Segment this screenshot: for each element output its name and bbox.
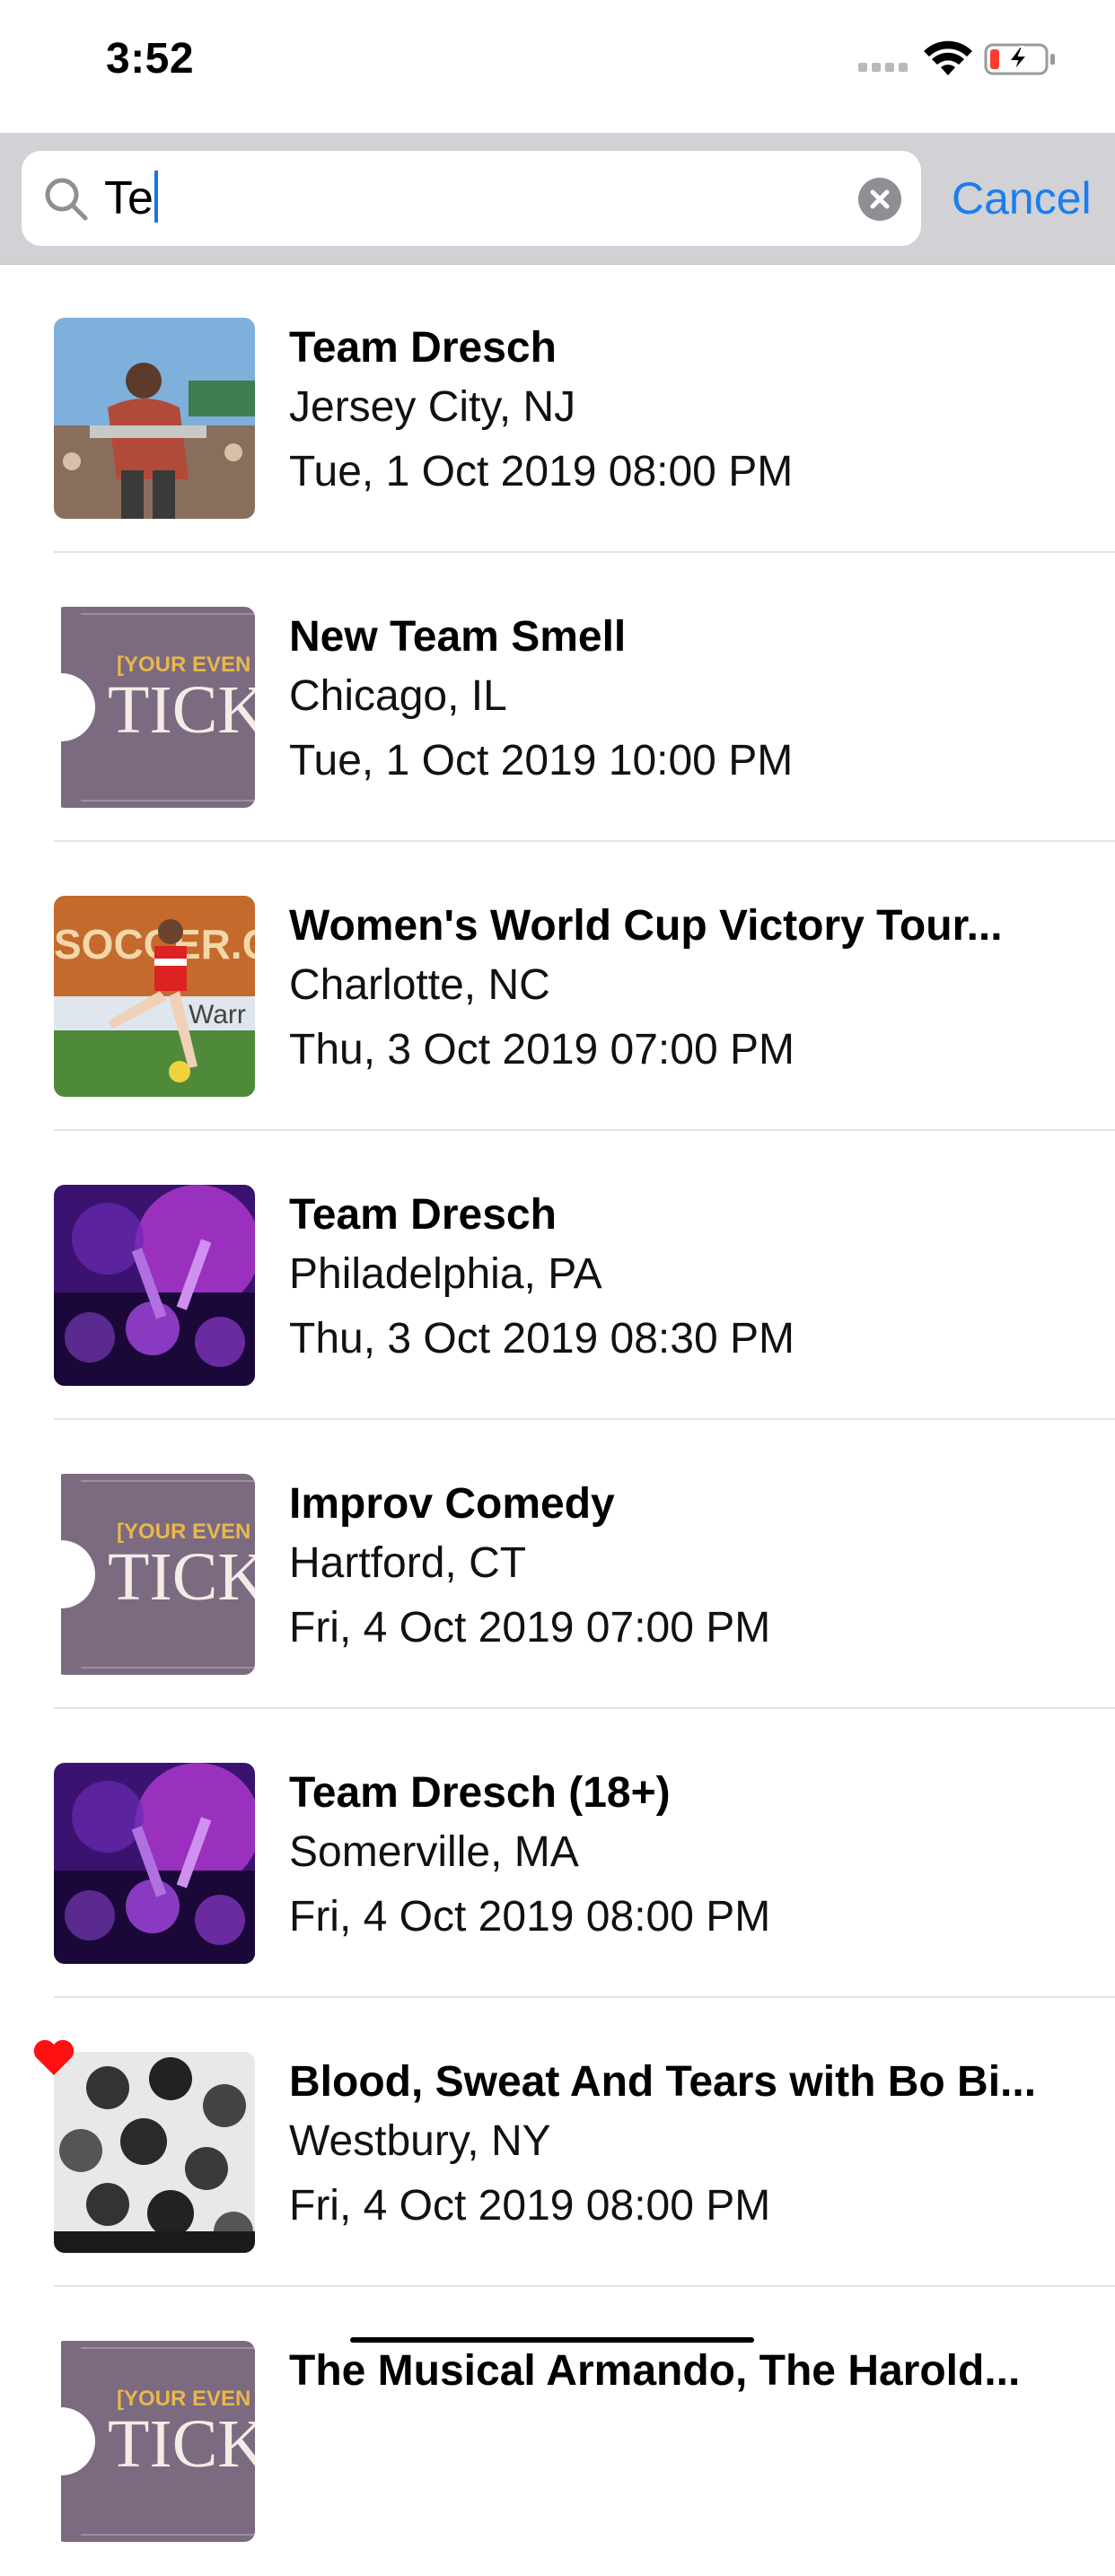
strikethrough-line [350, 2337, 754, 2343]
event-thumbnail [54, 1185, 255, 1386]
event-details: New Team Smell Chicago, IL Tue, 1 Oct 2019… [289, 610, 1079, 793]
event-location: Jersey City, NJ [289, 383, 576, 431]
cancel-button[interactable]: Cancel [952, 172, 1092, 224]
event-row[interactable]: Team Dresch Jersey City, NJ Tue, 1 Oct 201… [0, 264, 1115, 553]
event-row[interactable]: Team Dresch (18+) Somerville, MA Fri, 4 Oc… [0, 1709, 1115, 1998]
text-caret [154, 171, 158, 223]
photo-text: Warr [189, 1000, 246, 1030]
event-title: Team Dresch (18+) [289, 1769, 671, 1817]
search-query: Te [104, 171, 158, 226]
event-details: The Musical Armando, The Harold... [289, 2344, 1079, 2398]
status-bar: 3:52 [0, 0, 1115, 133]
event-thumbnail: [YOUR EVEN TICK [54, 607, 255, 808]
favorite-heart-icon [33, 2039, 75, 2075]
event-datetime: Thu, 3 Oct 2019 07:00 PM [289, 1026, 795, 1073]
event-row[interactable]: SOCCER.COM Warr Women's World Cup Victor… [0, 842, 1115, 1131]
event-details: Blood, Sweat And Tears with Bo Bi... West… [289, 2055, 1079, 2239]
event-datetime: Tue, 1 Oct 2019 08:00 PM [289, 448, 794, 495]
search-bar: Te Cancel [0, 133, 1115, 265]
event-thumbnail [54, 1763, 255, 1964]
event-datetime: Thu, 3 Oct 2019 08:30 PM [289, 1315, 795, 1362]
wifi-icon [924, 40, 972, 75]
event-row[interactable]: [YOUR EVEN TICK Improv Comedy Hartford, C… [0, 1420, 1115, 1709]
ticket-main-text: TICK [108, 1539, 255, 1615]
event-details: Improv Comedy Hartford, CT Fri, 4 Oct 2019… [289, 1477, 1079, 1660]
event-row[interactable]: Team Dresch Philadelphia, PA Thu, 3 Oct 20… [0, 1131, 1115, 1420]
clear-search-button[interactable] [858, 178, 901, 221]
event-details: Team Dresch (18+) Somerville, MA Fri, 4 Oc… [289, 1766, 1079, 1950]
event-thumbnail: SOCCER.COM Warr [54, 896, 255, 1097]
event-location: Hartford, CT [289, 1539, 527, 1587]
event-thumbnail [54, 2052, 255, 2253]
event-location: Somerville, MA [289, 1828, 579, 1876]
event-location: Philadelphia, PA [289, 1250, 602, 1298]
event-title: The Musical Armando, The Harold... [289, 2347, 1021, 2395]
event-title: Team Dresch [289, 324, 557, 372]
event-datetime: Fri, 4 Oct 2019 08:00 PM [289, 2182, 771, 2230]
battery-charging-icon [984, 43, 1055, 75]
event-row[interactable]: [YOUR EVEN TICK New Team Smell Chicago, I… [0, 553, 1115, 842]
event-location: Charlotte, NC [289, 961, 550, 1009]
close-icon [870, 189, 890, 209]
event-row[interactable]: Blood, Sweat And Tears with Bo Bi... West… [0, 1998, 1115, 2287]
event-details: Team Dresch Jersey City, NJ Tue, 1 Oct 201… [289, 321, 1079, 504]
event-title: Women's World Cup Victory Tour... [289, 902, 1003, 950]
event-thumbnail: [YOUR EVEN TICK [54, 1474, 255, 1675]
event-details: Women's World Cup Victory Tour... Charlot… [289, 899, 1079, 1082]
event-thumbnail: [YOUR EVEN TICK [54, 2341, 255, 2542]
ticket-main-text: TICK [108, 672, 255, 748]
event-row[interactable]: [YOUR EVEN TICK The Musical Armando, The… [0, 2287, 1115, 2576]
event-list: Team Dresch Jersey City, NJ Tue, 1 Oct 201… [0, 264, 1115, 2576]
event-thumbnail [54, 318, 255, 519]
event-title: Blood, Sweat And Tears with Bo Bi... [289, 2058, 1037, 2106]
event-title: New Team Smell [289, 613, 627, 661]
event-details: Team Dresch Philadelphia, PA Thu, 3 Oct 20… [289, 1188, 1079, 1371]
event-location: Chicago, IL [289, 672, 507, 720]
search-icon [45, 178, 88, 221]
event-location: Westbury, NY [289, 2117, 551, 2165]
event-datetime: Fri, 4 Oct 2019 08:00 PM [289, 1893, 771, 1941]
status-time: 3:52 [106, 35, 195, 83]
event-title: Improv Comedy [289, 1480, 615, 1528]
event-datetime: Tue, 1 Oct 2019 10:00 PM [289, 737, 794, 784]
event-datetime: Fri, 4 Oct 2019 07:00 PM [289, 1604, 771, 1652]
cellular-signal-icon [858, 63, 910, 74]
search-input[interactable]: Te [22, 151, 921, 246]
ticket-main-text: TICK [108, 2406, 255, 2482]
event-title: Team Dresch [289, 1191, 557, 1239]
